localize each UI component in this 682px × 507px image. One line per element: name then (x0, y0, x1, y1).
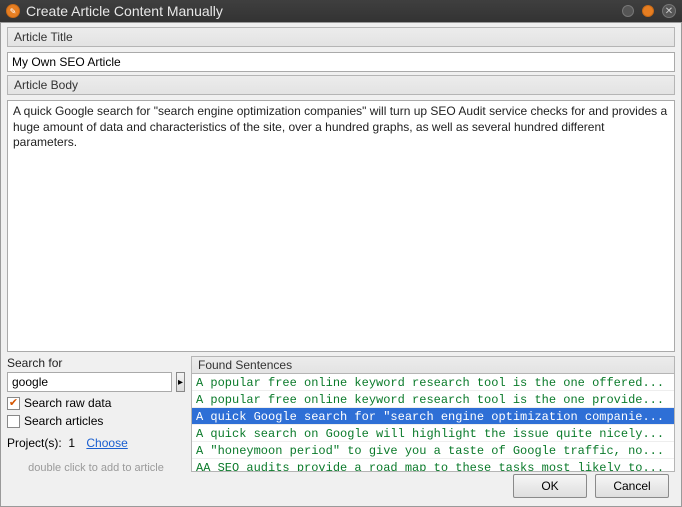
add-hint: double click to add to article (7, 462, 185, 474)
search-articles-label: Search articles (24, 414, 103, 428)
found-sentence[interactable]: A quick Google search for "search engine… (192, 408, 674, 425)
titlebar: ✎ Create Article Content Manually ✕ (0, 0, 682, 22)
maximize-button[interactable] (642, 5, 654, 17)
choose-projects-link[interactable]: Choose (86, 436, 127, 450)
search-for-label: Search for (7, 356, 185, 370)
search-input[interactable] (7, 372, 172, 392)
close-button[interactable]: ✕ (662, 4, 676, 18)
app-icon: ✎ (6, 4, 20, 18)
found-panel: Found Sentences A popular free online ke… (191, 356, 675, 472)
found-sentence[interactable]: A popular free online keyword research t… (192, 374, 674, 391)
article-title-label: Article Title (7, 27, 675, 47)
article-body-label: Article Body (7, 75, 675, 95)
found-sentences-header: Found Sentences (191, 356, 675, 374)
found-sentence[interactable]: AA SEO audits provide a road map to thes… (192, 459, 674, 472)
search-raw-data-label: Search raw data (24, 396, 111, 410)
cancel-button[interactable]: Cancel (595, 474, 669, 498)
projects-row: Project(s): 1 Choose (7, 436, 185, 450)
window-title: Create Article Content Manually (26, 3, 622, 19)
minimize-button[interactable] (622, 5, 634, 17)
article-title-input[interactable] (7, 52, 675, 72)
found-sentence[interactable]: A quick search on Google will highlight … (192, 425, 674, 442)
found-sentence[interactable]: A popular free online keyword research t… (192, 391, 674, 408)
found-sentences-list[interactable]: A popular free online keyword research t… (191, 374, 675, 472)
search-go-button[interactable]: ▸ (176, 372, 185, 392)
found-sentence[interactable]: A "honeymoon period" to give you a taste… (192, 442, 674, 459)
ok-button[interactable]: OK (513, 474, 587, 498)
dialog-content: Article Title Article Body A quick Googl… (0, 22, 682, 507)
search-raw-data-checkbox[interactable]: ✔ Search raw data (7, 396, 185, 410)
projects-count: 1 (68, 436, 75, 450)
check-icon: ✔ (9, 398, 18, 409)
projects-label: Project(s): (7, 436, 62, 450)
search-articles-checkbox[interactable]: Search articles (7, 414, 185, 428)
search-panel: Search for ▸ ✔ Search raw data Search ar… (7, 356, 185, 472)
article-body-textarea[interactable]: A quick Google search for "search engine… (7, 100, 675, 352)
